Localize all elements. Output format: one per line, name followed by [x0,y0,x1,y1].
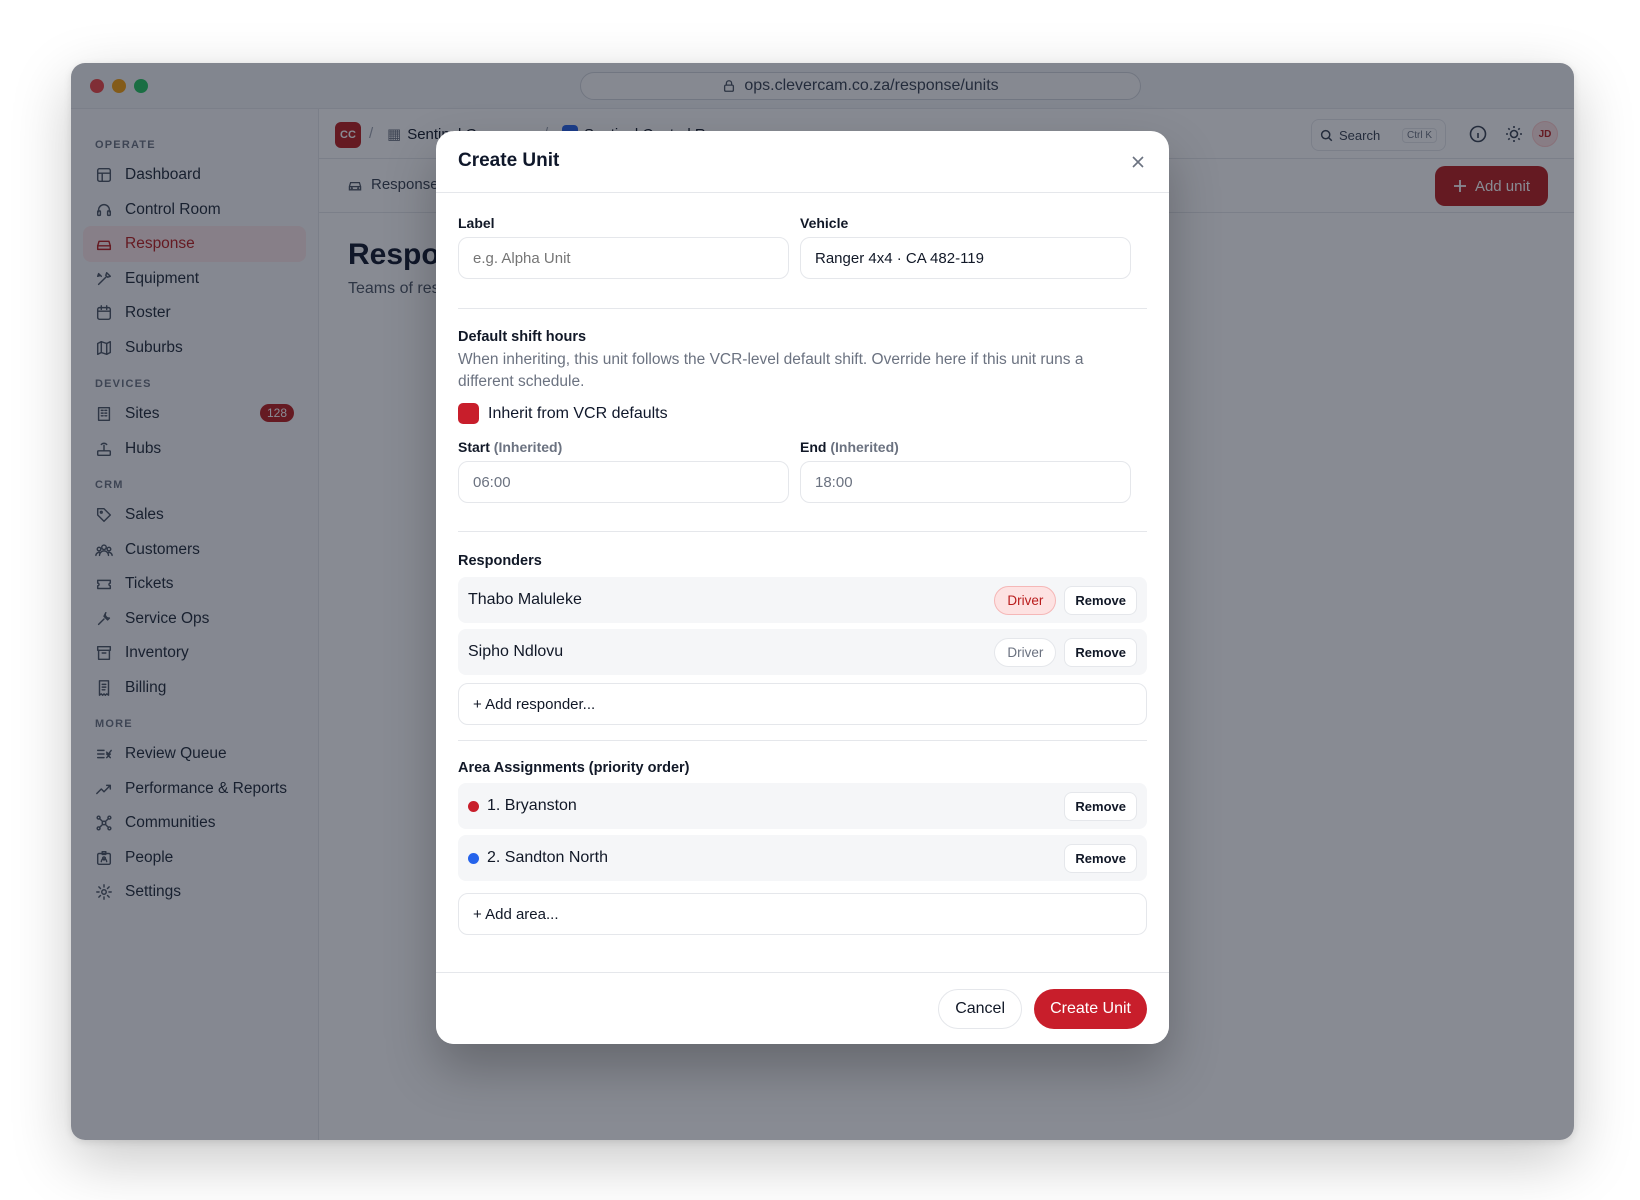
label-field-label: Label [458,215,495,231]
responders-heading: Responders [458,553,542,569]
end-time-input[interactable]: 18:00 [800,461,1131,503]
vehicle-input[interactable]: Ranger 4x4 · CA 482-119 [800,237,1131,279]
shift-heading: Default shift hours [458,329,587,345]
areas-heading: Area Assignments (priority order) [458,760,690,776]
divider [458,531,1147,532]
area-row: 2. Sandton North Remove [458,835,1147,881]
vehicle-field-label: Vehicle [800,215,849,231]
add-area-input[interactable]: + Add area... [458,893,1147,935]
close-icon [1132,156,1144,168]
label-input[interactable] [458,237,789,279]
responder-name: Sipho Ndlovu [468,643,564,660]
remove-responder-button[interactable]: Remove [1064,585,1137,615]
divider [458,740,1147,741]
driver-toggle[interactable]: Driver [994,585,1057,615]
start-time-input[interactable]: 06:00 [458,461,789,503]
inherit-checkbox-row[interactable]: Inherit from VCR defaults [458,403,668,424]
create-unit-dialog: Create Unit Label Vehicle Ranger 4x4 · C… [436,131,1169,1044]
create-unit-button[interactable]: Create Unit [1034,989,1147,1029]
responder-row: Thabo Maluleke Driver Remove [458,577,1147,623]
responder-row: Sipho Ndlovu Driver Remove [458,629,1147,675]
area-row: 1. Bryanston Remove [458,783,1147,829]
inherit-checkbox[interactable] [458,403,479,424]
add-responder-input[interactable]: + Add responder... [458,683,1147,725]
driver-toggle[interactable]: Driver [994,637,1057,667]
area-name: 1. Bryanston [487,797,577,814]
area-name: 2. Sandton North [487,849,608,866]
end-label: End (Inherited) [800,439,899,455]
dialog-footer: Cancel Create Unit [436,972,1169,1044]
remove-area-button[interactable]: Remove [1064,843,1137,873]
dialog-header: Create Unit [436,131,1169,193]
responder-name: Thabo Maluleke [468,591,582,608]
start-label: Start (Inherited) [458,439,563,455]
divider [458,308,1147,309]
area-color-dot [468,852,479,864]
cancel-button[interactable]: Cancel [938,989,1022,1029]
remove-area-button[interactable]: Remove [1064,791,1137,821]
area-color-dot [468,800,479,812]
close-dialog-button[interactable] [1127,151,1149,173]
inherit-label: Inherit from VCR defaults [488,404,668,422]
shift-hint: When inheriting, this unit follows the V… [458,351,1084,390]
remove-responder-button[interactable]: Remove [1064,637,1137,667]
dialog-title: Create Unit [458,150,560,171]
